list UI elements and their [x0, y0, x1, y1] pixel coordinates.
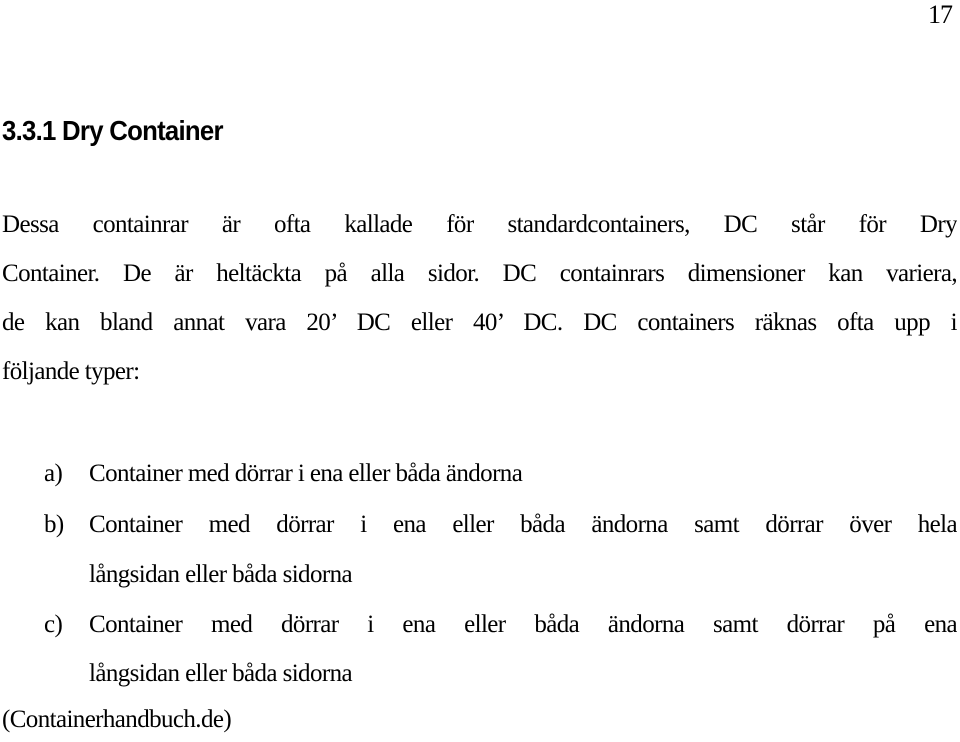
list-item-text: Container med dörrar i ena eller båda än… — [89, 611, 957, 638]
source-citation: (Containerhandbuch.de) — [2, 706, 232, 733]
list-item-text: Container med dörrar i ena eller båda än… — [89, 460, 523, 487]
list-marker: b) — [44, 511, 64, 538]
list-marker: a) — [44, 460, 63, 487]
paragraph-line: de kan bland annat vara 20’ DC eller 40’… — [2, 309, 957, 336]
list-item-text: långsidan eller båda sidorna — [89, 561, 353, 588]
paragraph-line: Dessa containrar är ofta kallade för sta… — [2, 211, 957, 238]
paragraph-line: Container. De är heltäckta på alla sidor… — [2, 260, 957, 287]
list-item-text: Container med dörrar i ena eller båda än… — [89, 511, 957, 538]
list-item-text: långsidan eller båda sidorna — [89, 660, 353, 687]
list-marker: c) — [44, 611, 63, 638]
paragraph-line: följande typer: — [2, 358, 140, 385]
section-heading: 3.3.1 Dry Container — [2, 115, 224, 146]
page-number: 17 — [928, 0, 953, 29]
